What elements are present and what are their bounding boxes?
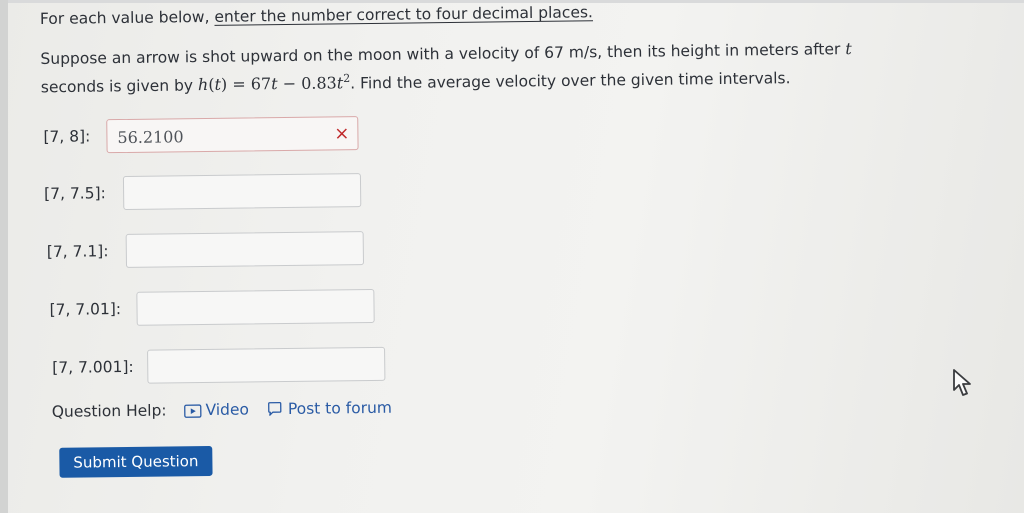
video-icon <box>183 404 202 422</box>
incorrect-x-icon: × <box>334 123 350 145</box>
problem-statement: Suppose an arrow is shot upward on the m… <box>40 37 852 99</box>
speech-bubble-icon <box>266 401 284 421</box>
forum-link[interactable]: Post to forum <box>266 399 392 419</box>
answer-input-7-7.01[interactable] <box>136 288 375 326</box>
question-help: Question Help: Video Post to forum <box>52 399 392 424</box>
problem-line-2-suffix: . Find the average velocity over the giv… <box>350 69 791 93</box>
question-content: For each value below, enter the number c… <box>0 0 1024 513</box>
answer-input-7-7.001[interactable] <box>147 346 386 384</box>
interval-label: [7, 7.001]: <box>52 357 134 377</box>
answer-input-7-8[interactable]: 56.2100 × <box>106 116 359 154</box>
instruction-prefix: For each value below, <box>39 7 215 28</box>
interval-label: [7, 8]: <box>43 127 91 146</box>
question-help-label: Question Help: <box>51 401 167 421</box>
interval-label: [7, 7.1]: <box>46 242 109 261</box>
time-variable: t <box>845 39 852 59</box>
interval-label: [7, 7.01]: <box>49 300 122 319</box>
answer-input-7-7.1[interactable] <box>125 231 365 268</box>
submit-question-button[interactable]: Submit Question <box>59 445 213 478</box>
video-link[interactable]: Video <box>183 400 249 419</box>
height-formula: h(t) = 67t − 0.83t2 <box>197 72 351 95</box>
answer-input-7-7.5[interactable] <box>122 173 362 210</box>
mouse-pointer-icon <box>951 368 977 402</box>
instruction-underlined: enter the number correct to four decimal… <box>214 3 594 26</box>
problem-line-2-prefix: seconds is given by <box>40 76 194 97</box>
instruction-text: For each value below, enter the number c… <box>40 3 593 28</box>
interval-label: [7, 7.5]: <box>44 184 106 203</box>
answer-value: 56.2100 <box>117 127 184 148</box>
